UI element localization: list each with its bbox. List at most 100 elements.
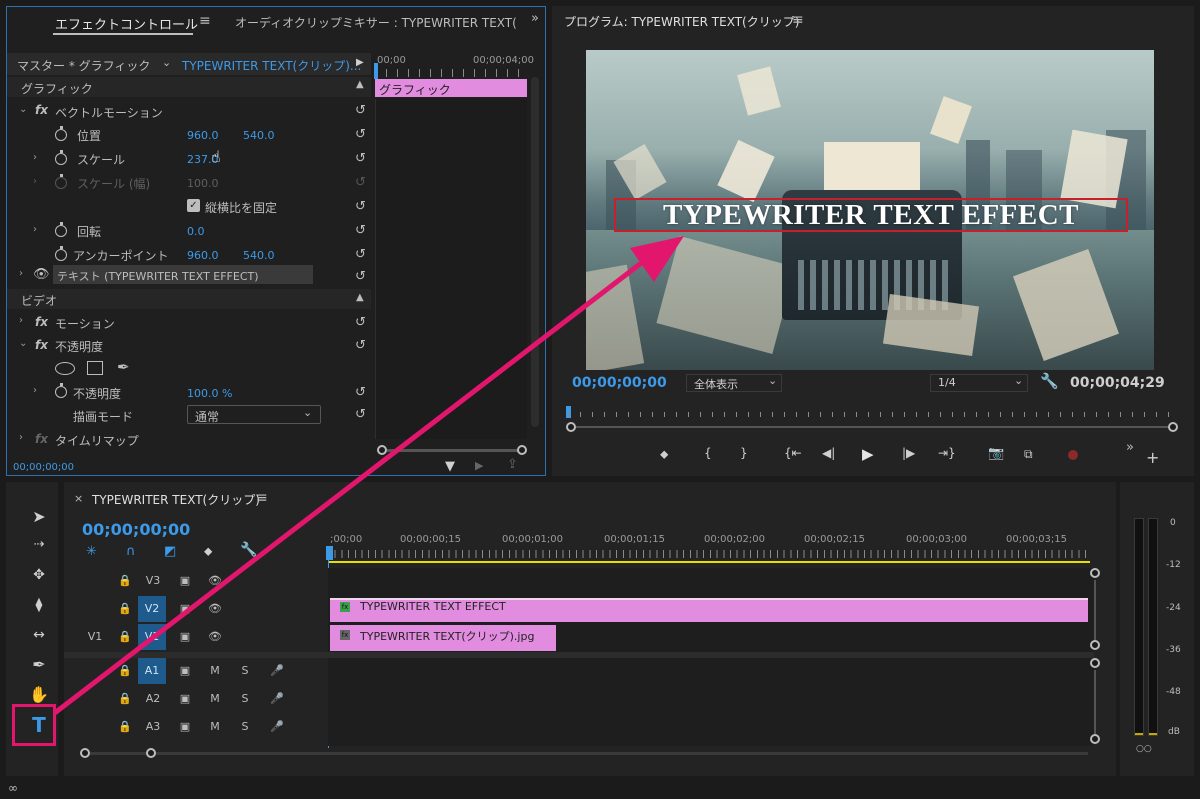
- wrench-icon[interactable]: 🔧: [1040, 372, 1059, 390]
- position-x-value[interactable]: 960.0: [187, 129, 219, 142]
- microphone-icon[interactable]: 🎤: [266, 658, 288, 684]
- microphone-icon[interactable]: 🎤: [266, 686, 288, 712]
- stopwatch-icon[interactable]: [55, 246, 67, 261]
- sync-lock-icon[interactable]: ▣: [174, 596, 196, 622]
- linked-selection-icon[interactable]: ◩: [164, 544, 176, 559]
- zoom-handle-right[interactable]: [146, 748, 156, 758]
- overflow-chevron-icon[interactable]: »: [1126, 440, 1134, 455]
- rectangle-mask-icon[interactable]: [87, 361, 103, 375]
- mark-in-icon[interactable]: {: [704, 446, 712, 460]
- reset-icon[interactable]: ↺: [355, 338, 371, 353]
- expand-chevron-icon[interactable]: ⌄: [19, 104, 27, 115]
- overflow-chevron-icon[interactable]: »: [531, 11, 539, 26]
- zoom-handle-right[interactable]: [517, 445, 527, 455]
- reset-icon[interactable]: ↺: [355, 385, 371, 400]
- lock-icon[interactable]: 🔒: [114, 568, 136, 594]
- sync-lock-icon[interactable]: ▣: [174, 714, 196, 740]
- collapse-up-icon[interactable]: ▲: [356, 292, 364, 303]
- hamburger-icon[interactable]: ≡: [256, 490, 268, 506]
- filter-icon[interactable]: ▼: [445, 459, 455, 474]
- sync-lock-icon[interactable]: ▣: [174, 568, 196, 594]
- close-icon[interactable]: ×: [74, 492, 83, 505]
- source-patch[interactable]: V1: [84, 624, 106, 650]
- zoom-handle-left[interactable]: [80, 748, 90, 758]
- horizontal-scrollbar[interactable]: [387, 449, 519, 452]
- reset-icon[interactable]: ↺: [355, 407, 371, 422]
- sync-lock-icon[interactable]: ▣: [174, 658, 196, 684]
- audio-vertical-scrollbar[interactable]: [1094, 670, 1096, 734]
- timeline-playhead-head[interactable]: [326, 546, 333, 560]
- expand-chevron-icon[interactable]: ⌄: [19, 338, 27, 349]
- solo-button[interactable]: S: [234, 714, 256, 740]
- reset-icon[interactable]: ↺: [355, 247, 371, 262]
- sync-lock-icon[interactable]: ▣: [174, 624, 196, 650]
- lock-icon[interactable]: 🔒: [114, 686, 136, 712]
- video-vertical-scrollbar[interactable]: [1094, 580, 1096, 640]
- sync-lock-icon[interactable]: ▣: [174, 686, 196, 712]
- work-area-bar[interactable]: [328, 561, 1090, 563]
- vertical-scrollbar[interactable]: [531, 77, 539, 427]
- play-only-icon[interactable]: ▶: [356, 57, 364, 68]
- tab-effect-controls[interactable]: エフェクトコントロール: [55, 14, 198, 33]
- reset-icon[interactable]: ↺: [355, 223, 371, 238]
- nest-sequence-icon[interactable]: ✳: [86, 544, 97, 559]
- step-back-icon[interactable]: ◀|: [822, 446, 835, 460]
- solo-button[interactable]: S: [234, 658, 256, 684]
- reset-icon[interactable]: ↺: [355, 199, 371, 214]
- expand-chevron-icon[interactable]: ›: [19, 268, 23, 279]
- track-select-tool-icon[interactable]: ⇢: [26, 534, 52, 556]
- stopwatch-icon[interactable]: [55, 126, 67, 141]
- expand-chevron-icon[interactable]: ›: [33, 224, 37, 235]
- reset-icon[interactable]: ↺: [355, 315, 371, 330]
- eye-icon[interactable]: 👁: [204, 596, 226, 622]
- go-to-in-icon[interactable]: {⇤: [784, 446, 802, 460]
- lock-icon[interactable]: 🔒: [114, 624, 136, 650]
- program-scrollbar[interactable]: [576, 426, 1170, 428]
- compare-view-icon[interactable]: ⧉: [1024, 447, 1033, 462]
- anchor-y-value[interactable]: 540.0: [243, 249, 275, 262]
- mute-button[interactable]: M: [204, 658, 226, 684]
- opacity-value[interactable]: 100.0 %: [187, 387, 232, 400]
- eye-icon[interactable]: 👁: [204, 624, 226, 650]
- add-marker-icon[interactable]: ⬥: [204, 544, 212, 559]
- expand-chevron-icon[interactable]: ›: [19, 315, 23, 326]
- expand-chevron-icon[interactable]: ›: [33, 152, 37, 163]
- solo-button[interactable]: S: [234, 686, 256, 712]
- zoom-handle-right[interactable]: [1168, 422, 1178, 432]
- uniform-scale-checkbox[interactable]: ✓: [187, 199, 200, 212]
- lock-icon[interactable]: 🔒: [114, 596, 136, 622]
- creative-cloud-icon[interactable]: ∞: [8, 781, 18, 795]
- mini-playhead[interactable]: [374, 63, 378, 79]
- eye-icon[interactable]: 👁: [204, 568, 226, 594]
- collapse-up-icon[interactable]: ▲: [356, 79, 364, 90]
- eye-icon[interactable]: 👁: [33, 267, 50, 282]
- clip-selector[interactable]: TYPEWRITER TEXT(クリップ)...: [182, 57, 361, 74]
- hand-tool-icon[interactable]: ✋: [26, 684, 52, 706]
- play-audio-icon[interactable]: ▶: [475, 459, 483, 472]
- rotation-value[interactable]: 0.0: [187, 225, 205, 238]
- wrench-icon[interactable]: 🔧: [240, 542, 257, 558]
- expand-chevron-icon[interactable]: ›: [33, 176, 37, 187]
- mark-out-icon[interactable]: }: [740, 446, 748, 460]
- vertical-zoom-handle[interactable]: [1090, 640, 1100, 650]
- snap-icon[interactable]: ∩: [126, 544, 136, 559]
- anchor-x-value[interactable]: 960.0: [187, 249, 219, 262]
- step-forward-icon[interactable]: |▶: [902, 446, 915, 460]
- lock-icon[interactable]: 🔒: [114, 714, 136, 740]
- ripple-edit-tool-icon[interactable]: ✥: [26, 564, 52, 586]
- chevron-down-icon[interactable]: ⌄: [162, 56, 171, 69]
- ec-timecode[interactable]: 00;00;00;00: [13, 462, 74, 473]
- add-marker-icon[interactable]: ⬥: [660, 447, 668, 462]
- solo-buttons-icon[interactable]: ○○: [1136, 744, 1152, 754]
- add-button-icon[interactable]: +: [1146, 448, 1159, 467]
- microphone-icon[interactable]: 🎤: [266, 714, 288, 740]
- hamburger-icon[interactable]: ≡: [792, 12, 804, 28]
- mute-button[interactable]: M: [204, 686, 226, 712]
- camera-icon[interactable]: 📷: [988, 446, 1004, 461]
- zoom-handle-left[interactable]: [566, 422, 576, 432]
- selection-tool-icon[interactable]: ➤: [26, 506, 52, 528]
- lock-icon[interactable]: 🔒: [114, 658, 136, 684]
- pen-mask-icon[interactable]: ✒: [117, 358, 130, 376]
- reset-icon[interactable]: ↺: [355, 269, 371, 284]
- timeline-horizontal-scrollbar[interactable]: [90, 752, 1088, 755]
